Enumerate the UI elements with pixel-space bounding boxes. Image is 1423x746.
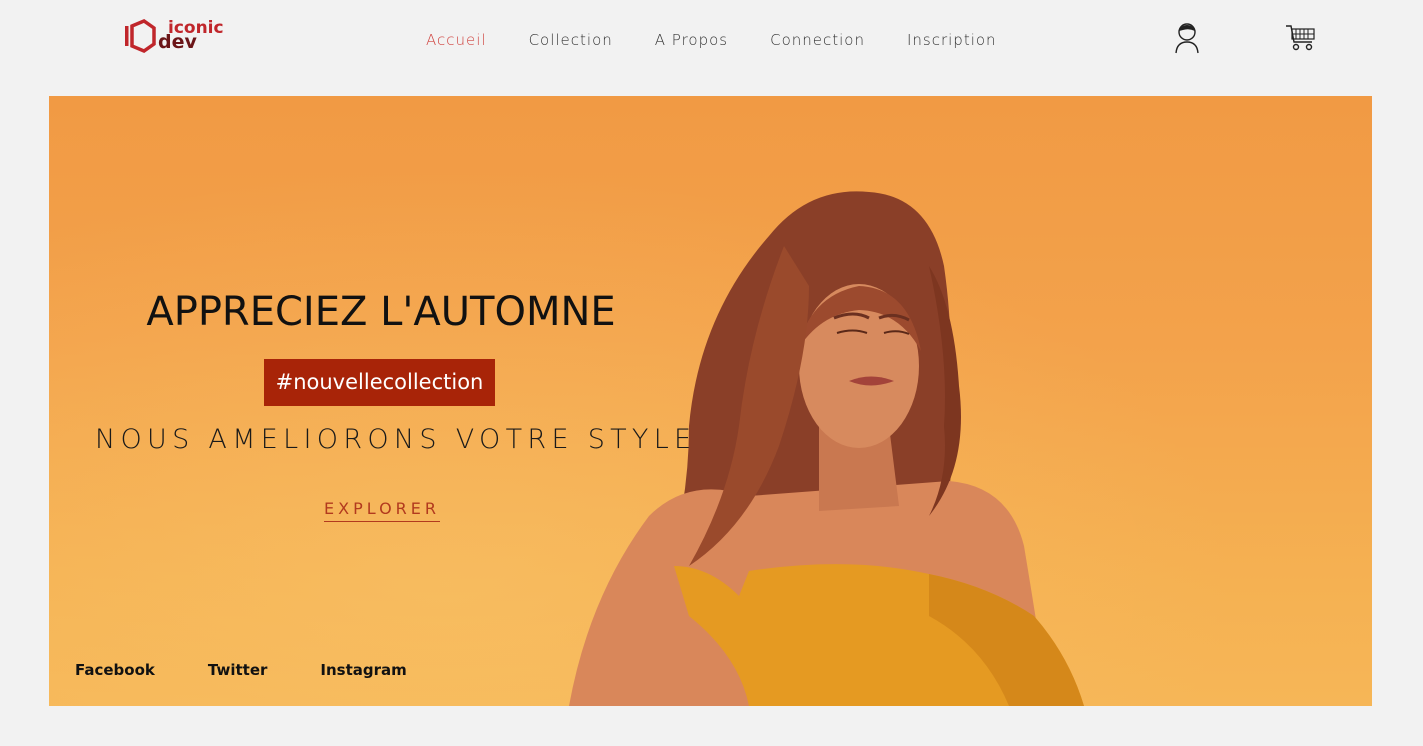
nav-item-a-propos[interactable]: A Propos xyxy=(655,31,728,49)
hero-headline: APPRECIEZ L'AUTOMNE xyxy=(146,289,616,335)
hero-banner: APPRECIEZ L'AUTOMNE #nouvellecollection … xyxy=(49,96,1372,706)
cart-icon[interactable] xyxy=(1285,24,1317,52)
hero-subline: NOUS AMELIORONS VOTRE STYLE xyxy=(95,424,697,455)
brand-logo[interactable]: iconic dev xyxy=(122,18,232,58)
nav-item-accueil[interactable]: Accueil xyxy=(426,31,487,49)
explore-button[interactable]: EXPLORER xyxy=(324,499,440,522)
social-links: Facebook Twitter Instagram xyxy=(75,661,407,679)
social-link-instagram[interactable]: Instagram xyxy=(320,661,406,679)
hero-model-image xyxy=(569,191,1084,706)
logo-mark-icon xyxy=(125,19,156,53)
nav-item-inscription[interactable]: Inscription xyxy=(907,31,997,49)
collection-tag: #nouvellecollection xyxy=(264,359,495,406)
user-icon[interactable] xyxy=(1175,22,1199,54)
main-nav: Accueil Collection A Propos Connection I… xyxy=(426,31,997,49)
social-link-twitter[interactable]: Twitter xyxy=(208,661,268,679)
nav-item-connection[interactable]: Connection xyxy=(770,31,865,49)
brand-word-dev: dev xyxy=(158,31,197,53)
social-link-facebook[interactable]: Facebook xyxy=(75,661,155,679)
nav-item-collection[interactable]: Collection xyxy=(529,31,613,49)
